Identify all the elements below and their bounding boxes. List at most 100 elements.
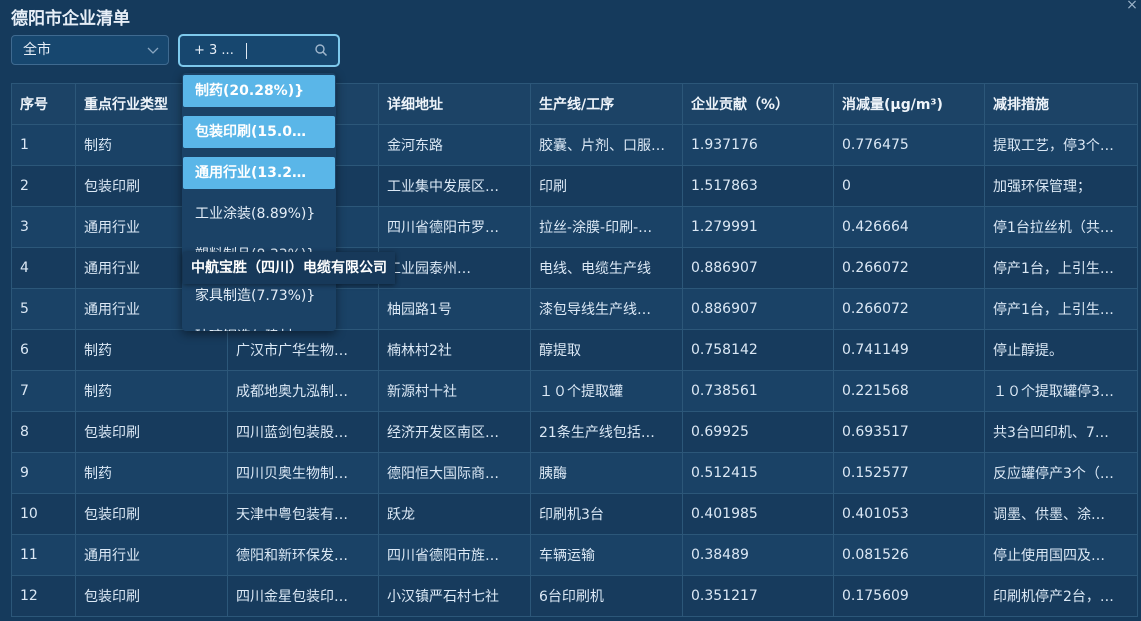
table-cell: 漆包导线生产线… [530, 288, 683, 330]
table-row[interactable]: 3通用行业四川…装…四川省德阳市罗…拉丝-涂膜-印刷-…1.2799910.42… [11, 206, 1138, 248]
search-icon[interactable] [314, 43, 328, 57]
text-cursor [246, 43, 247, 59]
dropdown-option[interactable]: 工业涂装(8.89%)} [183, 198, 335, 230]
table-cell: 提取工艺，停3个… [984, 124, 1138, 166]
city-select[interactable]: 全市 [11, 35, 169, 65]
table-cell: 0.758142 [682, 329, 834, 371]
table-cell: 停1台拉丝机（共… [984, 206, 1138, 248]
table-cell: 金河东路 [378, 124, 531, 166]
table-cell: 柚园路1号 [378, 288, 531, 330]
table-cell: 包装印刷 [75, 493, 228, 535]
table-cell: 0.886907 [682, 288, 834, 330]
table-header-row: 序号 重点行业类型 企业名称 详细地址 生产线/工序 企业贡献（%） 消减量(μ… [11, 83, 1138, 125]
table-cell: 0.401053 [833, 493, 985, 535]
table-cell: 通用行业 [75, 534, 228, 576]
page-title: 德阳市企业清单 [11, 9, 130, 29]
table-cell: 0.38489 [682, 534, 834, 576]
table-cell: 胰酶 [530, 452, 683, 494]
dropdown-option[interactable]: 包装印刷(15.0… [183, 116, 335, 148]
table-cell: 0.221568 [833, 370, 985, 412]
industry-dropdown: 制药(20.28%)} 包装印刷(15.0… 通用行业(13.2… 工业涂装(8.89… [182, 73, 336, 331]
table-cell: 1.517863 [682, 165, 834, 207]
table-cell: 印刷机3台 [530, 493, 683, 535]
table-cell: 0.426664 [833, 206, 985, 248]
table-cell: 4 [11, 247, 76, 289]
dropdown-option[interactable]: 家具制造(7.73%)} [183, 280, 335, 312]
table-cell: 0.401985 [682, 493, 834, 535]
table-cell: 胶囊、片剂、口服… [530, 124, 683, 166]
column-header-contribution[interactable]: 企业贡献（%） [682, 83, 834, 125]
table-cell: 印刷 [530, 165, 683, 207]
dropdown-option[interactable]: 制药(20.28%)} [183, 75, 335, 107]
column-header-address[interactable]: 详细地址 [378, 83, 531, 125]
table-cell: 9 [11, 452, 76, 494]
table-row[interactable]: 4通用行业中航宝胜（四川）电缆有限公司工业园泰州…电线、电缆生产线0.88690… [11, 247, 1138, 289]
table-cell: 0.351217 [682, 575, 834, 617]
table-cell: 21条生产线包括… [530, 411, 683, 453]
table-row[interactable]: 8 包装印刷 四川蓝剑包装股… 经济开发区南区… 21条生产线包括… 0.69925 0.6… [11, 411, 1138, 453]
table-row[interactable]: 1制药四川…业…金河东路胶囊、片剂、口服…1.9371760.776475提取工… [11, 124, 1138, 166]
table-cell: 包装印刷 [75, 411, 228, 453]
dropdown-option[interactable]: 通用行业(13.2… [183, 157, 335, 189]
table-cell: 四川贝奥生物制… [227, 452, 379, 494]
table-row[interactable]: 11 通用行业 德阳和新环保发… 四川省德阳市旌… 车辆运输 0.38489 0.08152… [11, 534, 1138, 576]
table-cell: 天津中粤包装有… [227, 493, 379, 535]
column-header-reduction[interactable]: 消减量(μg/m³) [833, 83, 985, 125]
table-cell: 1.937176 [682, 124, 834, 166]
table-cell: 共3台凹印机、7… [984, 411, 1138, 453]
chevron-down-icon [147, 47, 159, 54]
table-cell: 0.776475 [833, 124, 985, 166]
column-header-process[interactable]: 生产线/工序 [530, 83, 683, 125]
table-cell: 拉丝-涂膜-印刷-… [530, 206, 683, 248]
table-cell: 0.266072 [833, 247, 985, 289]
column-header-measures[interactable]: 减排措施 [984, 83, 1138, 125]
table-cell: 8 [11, 411, 76, 453]
table-cell: 0 [833, 165, 985, 207]
table-cell: 6 [11, 329, 76, 371]
table-cell: 楠林村2社 [378, 329, 531, 371]
table-cell: 印刷机停产2台，… [984, 575, 1138, 617]
table-cell: 停产1台，上引生… [984, 288, 1138, 330]
table-cell: 0.886907 [682, 247, 834, 289]
table-cell: 2 [11, 165, 76, 207]
selected-count-tag: + 3 ... [194, 43, 234, 58]
table-row[interactable]: 6 制药 广汉市广华生物… 楠林村2社 醇提取 0.758142 0.741149 停止醇提。 [11, 329, 1138, 371]
table-cell: 醇提取 [530, 329, 683, 371]
table-cell: 工业集中发展区… [378, 165, 531, 207]
table-cell: 电线、电缆生产线 [530, 247, 683, 289]
table-cell: 经济开发区南区… [378, 411, 531, 453]
table-cell: 7 [11, 370, 76, 412]
close-icon[interactable]: × [1125, 0, 1139, 12]
table-cell: 加强环保管理； [984, 165, 1138, 207]
table-cell: 四川省德阳市旌… [378, 534, 531, 576]
table-cell: 1 [11, 124, 76, 166]
table-cell: 0.266072 [833, 288, 985, 330]
table-cell: 反应罐停产3个（… [984, 452, 1138, 494]
table-cell: 0.081526 [833, 534, 985, 576]
table-cell: 制药 [75, 452, 228, 494]
table-row[interactable]: 12 包装印刷 四川金星包装印… 小汉镇严石村七社 6台印刷机 0.351217 0.175… [11, 575, 1138, 617]
table-cell: 德阳和新环保发… [227, 534, 379, 576]
table-row[interactable]: 5通用行业四川…川…柚园路1号漆包导线生产线…0.8869070.266072停… [11, 288, 1138, 330]
table-cell: 四川金星包装印… [227, 575, 379, 617]
industry-multiselect[interactable]: + 3 ... [178, 34, 340, 67]
table-row[interactable]: 10 包装印刷 天津中粤包装有… 跃龙 印刷机3台 0.401985 0.401053 调墨、… [11, 493, 1138, 535]
table-row[interactable]: 9 制药 四川贝奥生物制… 德阳恒大国际商… 胰酶 0.512415 0.152577 反应罐… [11, 452, 1138, 494]
dropdown-option[interactable]: 玻璃钢造与建材… [183, 321, 335, 331]
table-cell: 新源村十社 [378, 370, 531, 412]
city-select-value: 全市 [23, 42, 51, 58]
table-cell: 广汉市广华生物… [227, 329, 379, 371]
table-cell: 车辆运输 [530, 534, 683, 576]
table-cell: 成都地奥九泓制… [227, 370, 379, 412]
table-cell: 四川省德阳市罗… [378, 206, 531, 248]
enterprise-table: 序号 重点行业类型 企业名称 详细地址 生产线/工序 企业贡献（%） 消减量(μ… [11, 83, 1138, 617]
table-cell: 跃龙 [378, 493, 531, 535]
table-cell: 包装印刷 [75, 575, 228, 617]
table-cell: 工业园泰州… [378, 247, 531, 289]
table-cell: 1.279991 [682, 206, 834, 248]
column-header-index[interactable]: 序号 [11, 83, 76, 125]
table-cell: 调墨、供墨、涂… [984, 493, 1138, 535]
table-row[interactable]: 2包装印刷四川…包…工业集中发展区…印刷1.5178630加强环保管理； [11, 165, 1138, 207]
table-row[interactable]: 7 制药 成都地奥九泓制… 新源村十社 １０个提取罐 0.738561 0.221568 １０… [11, 370, 1138, 412]
table-cell: 11 [11, 534, 76, 576]
